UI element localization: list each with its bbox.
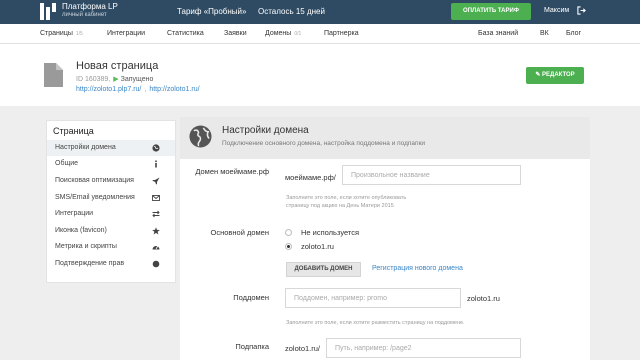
register-domain-link[interactable]: Регистрация нового домена xyxy=(372,265,463,272)
nav-domains-count: 0/1 xyxy=(294,31,302,37)
tariff-label[interactable]: Тариф «Пробный» xyxy=(177,7,246,16)
nav-pages-label: Страницы xyxy=(40,30,73,37)
edit-icon: ✎ xyxy=(535,72,541,78)
sidebar-item-label: Интеграции xyxy=(55,210,94,217)
info-icon xyxy=(155,160,157,168)
star-icon xyxy=(152,227,160,235)
page-meta: ID 160389, ▶ Запущено xyxy=(76,75,153,83)
nav-statistics[interactable]: Статистика xyxy=(167,30,204,37)
sidebar-item-label: Настройки домена xyxy=(55,144,116,151)
subdomain-input[interactable]: Поддомен, например: promo xyxy=(285,288,461,308)
sidebar-item-verification[interactable]: Подтверждение прав xyxy=(47,256,175,272)
globe-icon xyxy=(152,144,160,152)
nav-requests[interactable]: Заявки xyxy=(224,30,247,37)
editor-button-label: РЕДАКТОР xyxy=(542,72,575,78)
subfolder-prefix: zoloto1.ru/ xyxy=(285,344,321,353)
nav-pages-count: 1/5 xyxy=(75,31,83,37)
radio-zoloto1-label: zoloto1.ru xyxy=(301,242,334,251)
radio-not-used-label: Не используется xyxy=(301,228,360,237)
globe-icon xyxy=(189,125,212,148)
sidebar-title: Страница xyxy=(53,126,94,136)
sidebar-item-favicon[interactable]: Иконка (favicon) xyxy=(47,223,175,239)
main-nav: Страницы 1/5 Интеграции Статистика Заявки… xyxy=(0,24,640,44)
radio-zoloto1[interactable] xyxy=(285,243,292,250)
radio-not-used[interactable] xyxy=(285,229,292,236)
sidebar-item-label: Поисковая оптимизация xyxy=(55,177,134,184)
sidebar-item-domain-settings[interactable]: Настройки домена xyxy=(47,140,175,156)
sidebar-item-metrics[interactable]: Метрика и скрипты xyxy=(47,239,175,255)
sidebar-item-label: Иконка (favicon) xyxy=(55,227,107,234)
page-link-primary[interactable]: http://zoloto1.plp7.ru/ xyxy=(76,86,141,93)
nav-integrations[interactable]: Интеграции xyxy=(107,30,145,37)
settings-sidebar: Страница Настройки домена Общие Поискова… xyxy=(46,120,176,283)
circle-icon xyxy=(152,260,160,268)
page-title: Новая страница xyxy=(76,60,159,72)
envelope-icon xyxy=(152,195,160,201)
logout-icon[interactable] xyxy=(577,6,586,15)
domain-field-label: Домен моеймаме.рф xyxy=(195,167,269,176)
nav-vk[interactable]: ВК xyxy=(540,30,549,37)
play-icon: ▶ xyxy=(113,76,119,83)
panel-header: Настройки домена Подключение основного д… xyxy=(180,117,590,159)
sidebar-item-label: SMS/Email уведомления xyxy=(55,194,135,201)
panel-subtitle: Подключение основного домена, настройка … xyxy=(222,140,426,147)
top-bar: Платформа LP личный кабинет Тариф «Пробн… xyxy=(0,0,640,24)
editor-button[interactable]: ✎ РЕДАКТОР xyxy=(526,67,584,84)
subfolder-label: Подпапка xyxy=(235,342,269,351)
pay-tariff-button[interactable]: ОПЛАТИТЬ ТАРИФ xyxy=(451,3,531,20)
link-separator: , xyxy=(144,86,147,93)
sidebar-item-integrations[interactable]: Интеграции xyxy=(47,206,175,222)
main-domain-label: Основной домен xyxy=(210,228,269,237)
page-links: http://zoloto1.plp7.ru/, http://zoloto1.r… xyxy=(76,86,200,93)
brand-subtitle: личный кабинет xyxy=(62,12,107,18)
subdomain-suffix: zoloto1.ru xyxy=(467,294,500,303)
nav-domains[interactable]: Домены 0/1 xyxy=(265,30,301,37)
nav-blog[interactable]: Блог xyxy=(566,30,581,37)
sidebar-item-label: Подтверждение прав xyxy=(55,260,125,267)
panel-title: Настройки домена xyxy=(222,125,309,136)
subfolder-input[interactable]: Путь, например: /page2 xyxy=(326,338,521,358)
dashboard-icon xyxy=(152,245,160,250)
sidebar-item-label: Метрика и скрипты xyxy=(55,243,117,250)
user-name[interactable]: Максим xyxy=(544,7,569,14)
domain-settings-panel: Настройки домена Подключение основного д… xyxy=(180,117,590,360)
nav-domains-label: Домены xyxy=(265,30,292,37)
platform-logo-icon[interactable] xyxy=(40,3,56,20)
domain-prefix: моеймаме.рф/ xyxy=(285,173,336,182)
nav-partnership[interactable]: Партнерка xyxy=(324,30,359,37)
page-id: ID 160389, xyxy=(76,76,111,83)
sidebar-item-notifications[interactable]: SMS/Email уведомления xyxy=(47,190,175,206)
subdomain-hint: Заполните это поле, если хотите размести… xyxy=(286,320,465,326)
sidebar-item-seo[interactable]: Поисковая оптимизация xyxy=(47,173,175,189)
brand[interactable]: Платформа LP личный кабинет xyxy=(62,2,118,19)
nav-pages[interactable]: Страницы 1/5 xyxy=(40,30,83,37)
rocket-icon xyxy=(152,177,160,185)
add-domain-button[interactable]: ДОБАВИТЬ ДОМЕН xyxy=(286,262,361,277)
brand-title: Платформа LP xyxy=(62,2,118,11)
sidebar-item-label: Общие xyxy=(55,160,79,167)
sidebar-item-general[interactable]: Общие xyxy=(47,156,175,172)
document-icon xyxy=(44,63,63,87)
exchange-icon xyxy=(152,210,160,218)
domain-name-input[interactable]: Произвольное название xyxy=(342,165,521,185)
remaining-days: Осталось 15 дней xyxy=(258,7,325,16)
nav-knowledge-base[interactable]: База знаний xyxy=(478,30,518,37)
page-link-domain[interactable]: http://zoloto1.ru/ xyxy=(149,86,199,93)
page-status: Запущено xyxy=(120,76,154,83)
domain-hint: Заполните это поле, если хотите опублико… xyxy=(286,195,407,209)
subdomain-label: Поддомен xyxy=(233,293,269,302)
